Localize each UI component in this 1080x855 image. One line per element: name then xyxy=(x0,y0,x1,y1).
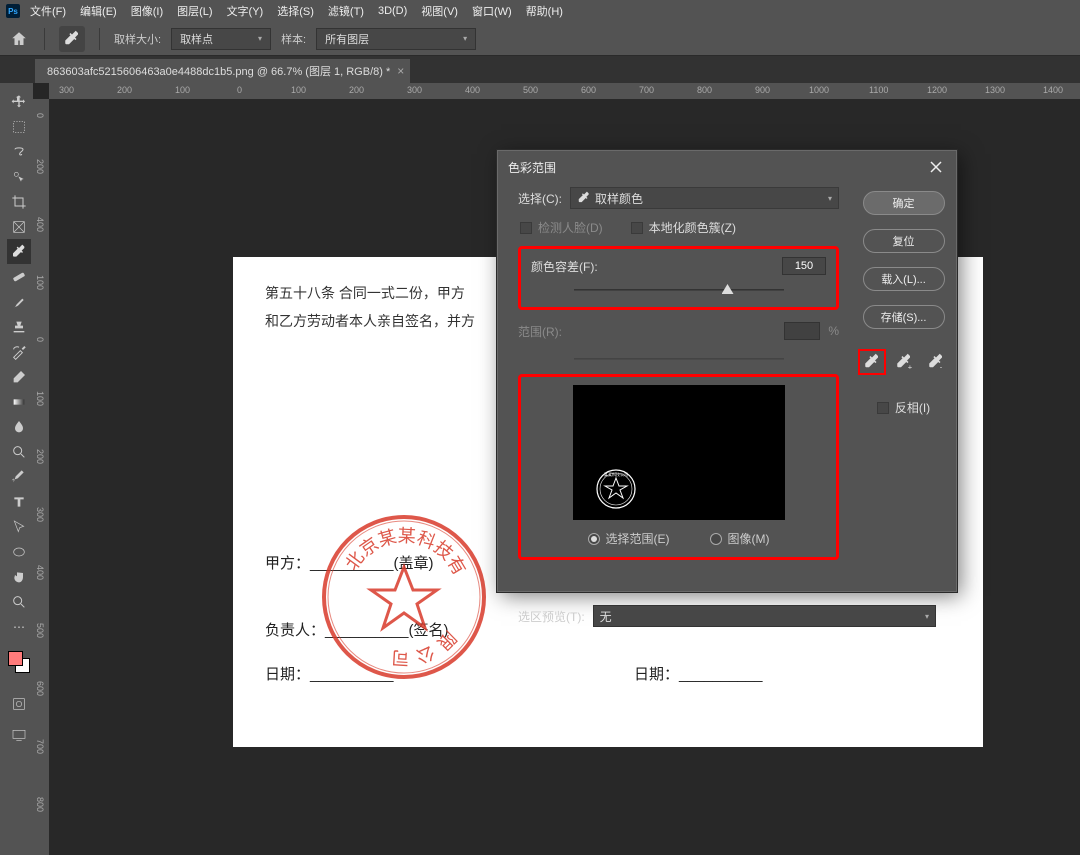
fuzziness-highlight: 颜色容差(F): xyxy=(518,246,839,310)
document-tab[interactable]: 863603afc5215606463a0e4488dc1b5.png @ 66… xyxy=(35,59,410,83)
fuzziness-label: 颜色容差(F): xyxy=(531,258,598,275)
brush-tool-icon[interactable] xyxy=(7,289,31,314)
options-bar: 取样大小: 取样点▾ 样本: 所有图层▾ xyxy=(0,22,1080,56)
screenmode-icon[interactable] xyxy=(7,722,31,747)
foreground-color-swatch[interactable] xyxy=(8,651,23,666)
menu-layer[interactable]: 图层(L) xyxy=(177,3,212,19)
load-button[interactable]: 载入(L)... xyxy=(863,267,945,291)
preview-image[interactable]: 某某科技公司 xyxy=(573,385,785,520)
radio-selection[interactable] xyxy=(588,533,600,545)
fuzziness-slider[interactable] xyxy=(574,281,784,299)
range-input xyxy=(784,322,820,340)
sample-size-dropdown[interactable]: 取样点▾ xyxy=(171,28,271,50)
eyedropper-tool-icon[interactable] xyxy=(59,26,85,52)
stamp-tool-icon[interactable] xyxy=(7,314,31,339)
sample-dropdown[interactable]: 所有图层▾ xyxy=(316,28,476,50)
eyedropper-subtract-icon[interactable]: - xyxy=(922,349,950,375)
preview-stamp-icon: 某某科技公司 xyxy=(595,468,637,510)
ruler-vertical[interactable]: 0 200 400 100 0 100 200 300 400 500 600 … xyxy=(33,99,49,855)
quickmask-icon[interactable] xyxy=(7,691,31,716)
invert-label: 反相(I) xyxy=(895,399,930,416)
select-dropdown[interactable]: 取样颜色 ▾ xyxy=(570,187,839,209)
shape-tool-icon[interactable] xyxy=(7,539,31,564)
close-tab-icon[interactable]: × xyxy=(397,64,404,78)
localized-checkbox[interactable] xyxy=(631,222,643,234)
move-tool-icon[interactable] xyxy=(7,89,31,114)
blur-tool-icon[interactable] xyxy=(7,414,31,439)
range-label: 范围(R): xyxy=(518,323,562,340)
preview-label: 选区预览(T): xyxy=(518,608,585,625)
hand-tool-icon[interactable] xyxy=(7,564,31,589)
pen-tool-icon[interactable] xyxy=(7,464,31,489)
menu-select[interactable]: 选择(S) xyxy=(277,3,314,19)
svg-text:+: + xyxy=(907,363,912,372)
document-tab-title: 863603afc5215606463a0e4488dc1b5.png @ 66… xyxy=(47,63,390,79)
fuzziness-input[interactable] xyxy=(782,257,826,275)
select-label: 选择(C): xyxy=(518,190,562,207)
gradient-tool-icon[interactable] xyxy=(7,389,31,414)
detect-faces-checkbox xyxy=(520,222,532,234)
path-select-tool-icon[interactable] xyxy=(7,514,31,539)
menu-edit[interactable]: 编辑(E) xyxy=(80,3,117,19)
menu-view[interactable]: 视图(V) xyxy=(421,3,458,19)
svg-text:-: - xyxy=(939,363,942,372)
color-range-dialog: 色彩范围 选择(C): 取样颜色 ▾ 检测人脸(D) 本地化颜色簇(Z) 颜色容… xyxy=(497,150,957,592)
more-tools-icon[interactable]: ⋯ xyxy=(7,614,31,639)
range-slider xyxy=(574,350,784,368)
sample-label: 样本: xyxy=(281,31,306,47)
history-brush-tool-icon[interactable] xyxy=(7,339,31,364)
close-dialog-icon[interactable] xyxy=(926,157,946,177)
eyedropper-add-icon[interactable]: + xyxy=(890,349,918,375)
cancel-button[interactable]: 复位 xyxy=(863,229,945,253)
divider xyxy=(99,28,100,50)
menu-file[interactable]: 文件(F) xyxy=(30,3,66,19)
toolbox: ⋯ xyxy=(5,83,33,855)
ok-button[interactable]: 确定 xyxy=(863,191,945,215)
home-icon[interactable] xyxy=(8,28,30,50)
marquee-tool-icon[interactable] xyxy=(7,114,31,139)
invert-checkbox[interactable] xyxy=(877,402,889,414)
preview-highlight: 某某科技公司 选择范围(E) 图像(M) xyxy=(518,374,839,560)
svg-text:某某科技公司: 某某科技公司 xyxy=(604,471,628,477)
ps-logo-icon: Ps xyxy=(6,4,20,18)
heal-tool-icon[interactable] xyxy=(7,264,31,289)
company-stamp: 北京某某科技有 限 公 司 xyxy=(319,512,489,682)
dialog-titlebar[interactable]: 色彩范围 xyxy=(498,151,956,183)
menu-bar: Ps 文件(F) 编辑(E) 图像(I) 图层(L) 文字(Y) 选择(S) 滤… xyxy=(0,0,1080,22)
menu-image[interactable]: 图像(I) xyxy=(131,3,163,19)
color-swatch[interactable] xyxy=(8,651,30,673)
radio-image[interactable] xyxy=(710,533,722,545)
menu-window[interactable]: 窗口(W) xyxy=(472,3,512,19)
zoom-tool-icon[interactable] xyxy=(7,589,31,614)
dodge-tool-icon[interactable] xyxy=(7,439,31,464)
save-button[interactable]: 存储(S)... xyxy=(863,305,945,329)
crop-tool-icon[interactable] xyxy=(7,189,31,214)
ruler-horizontal[interactable]: 300 200 100 0 100 200 300 400 500 600 70… xyxy=(49,83,1080,99)
text-tool-icon[interactable] xyxy=(7,489,31,514)
sample-size-label: 取样大小: xyxy=(114,31,161,47)
eyedropper-icon xyxy=(577,191,591,205)
document-tab-bar: 863603afc5215606463a0e4488dc1b5.png @ 66… xyxy=(0,56,1080,83)
preview-dropdown[interactable]: 无▾ xyxy=(593,605,936,627)
eraser-tool-icon[interactable] xyxy=(7,364,31,389)
divider xyxy=(44,28,45,50)
menu-filter[interactable]: 滤镜(T) xyxy=(328,3,364,19)
lasso-tool-icon[interactable] xyxy=(7,139,31,164)
menu-type[interactable]: 文字(Y) xyxy=(227,3,264,19)
date-field-2: 日期：__________ xyxy=(634,663,762,684)
eyedropper-tool-icon[interactable] xyxy=(7,239,31,264)
dialog-title: 色彩范围 xyxy=(508,159,556,176)
frame-tool-icon[interactable] xyxy=(7,214,31,239)
eyedropper-sample-icon[interactable] xyxy=(858,349,886,375)
menu-3d[interactable]: 3D(D) xyxy=(378,5,407,17)
dropper-tools: + - xyxy=(858,349,950,375)
menu-help[interactable]: 帮助(H) xyxy=(526,3,563,19)
quick-select-tool-icon[interactable] xyxy=(7,164,31,189)
